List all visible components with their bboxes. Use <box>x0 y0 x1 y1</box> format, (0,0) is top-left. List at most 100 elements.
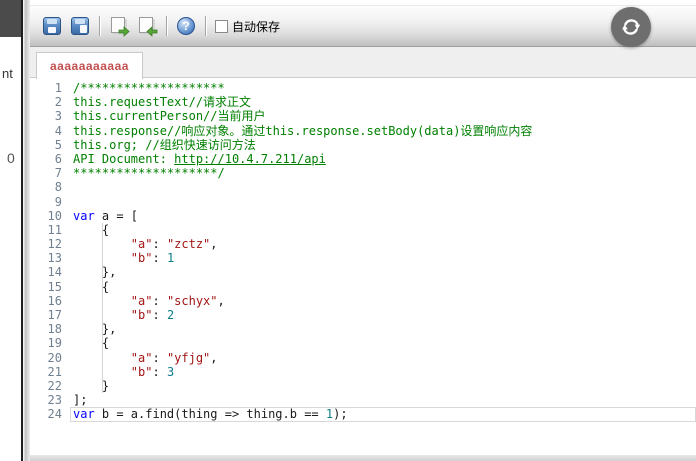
line-number: 24 <box>47 407 62 422</box>
panel-left-edge <box>23 0 30 461</box>
token-plain: { <box>73 336 110 351</box>
line-number: 5 <box>54 137 62 152</box>
token-comment: this.currentPerson//当前用户 <box>73 109 266 124</box>
line-number: 9 <box>54 194 62 209</box>
refresh-button[interactable] <box>611 7 651 47</box>
line-number: 18 <box>47 322 62 337</box>
line-number: 13 <box>47 251 62 266</box>
export-icon <box>109 16 130 37</box>
background-text-fragment: nt <box>2 66 13 81</box>
code-line[interactable]: }, <box>70 265 696 279</box>
token-number: 3 <box>166 364 175 379</box>
background-dark-square <box>0 0 21 37</box>
code-line[interactable]: { <box>70 223 696 237</box>
token-comment: this.requestText//请求正文 <box>73 95 252 110</box>
line-number: 11 <box>47 222 62 237</box>
autosave-checkbox[interactable] <box>215 19 228 33</box>
toolbar-separator <box>99 16 100 36</box>
import-icon <box>137 16 158 37</box>
tab-active[interactable]: aaaaaaaaaaa <box>36 52 143 79</box>
line-number: 14 <box>47 265 62 280</box>
line-number: 8 <box>54 180 62 195</box>
toolbar-separator <box>166 16 167 36</box>
code-line[interactable]: "a": "schyx", <box>70 294 696 308</box>
code-line[interactable]: { <box>70 336 696 350</box>
toolbar-separator <box>205 16 206 36</box>
token-plain: , <box>210 237 218 252</box>
code-line[interactable]: "a": "zctz", <box>70 237 696 251</box>
code-line[interactable]: this.requestText//请求正文 <box>70 95 696 109</box>
token-number: 1 <box>166 251 175 266</box>
line-number: 23 <box>47 393 62 408</box>
token-plain: ); <box>333 407 348 422</box>
token-plain: : <box>152 237 167 252</box>
tab-label: aaaaaaaaaaa <box>50 59 129 73</box>
token-plain: } <box>73 378 110 393</box>
code-line[interactable]: this.org; //组织快速访问方法 <box>70 138 696 152</box>
line-number: 7 <box>54 166 62 181</box>
autosave-label: 自动保存 <box>232 19 281 34</box>
code-line[interactable]: /******************** <box>70 81 696 95</box>
line-number: 21 <box>47 364 62 379</box>
script-editor-panel: ? 自动保存 aaaaaaaaaaa 12345678910 11 12 13 … <box>30 0 696 461</box>
token-comment: this.org; //组织快速访问方法 <box>73 137 256 152</box>
code-line[interactable]: }, <box>70 322 696 336</box>
code-line[interactable]: "a": "yfjg", <box>70 351 696 365</box>
token-plain: , <box>217 293 225 308</box>
save-as-button[interactable] <box>68 14 92 38</box>
code-line[interactable]: var a = [ <box>70 209 696 223</box>
help-icon: ? <box>177 17 195 35</box>
token-string: "b" <box>130 251 153 266</box>
background-window: nt 0 <box>0 0 21 461</box>
token-string: "zctz" <box>166 237 211 252</box>
token-comment: API Document: <box>73 151 175 166</box>
token-string: "schyx" <box>166 293 218 308</box>
code-line[interactable]: "b": 3 <box>70 365 696 379</box>
refresh-icon <box>622 19 641 35</box>
code-line[interactable] <box>70 195 696 209</box>
code-line[interactable]: ]; <box>70 393 696 407</box>
line-number: 17 <box>47 308 62 322</box>
export-button[interactable] <box>107 14 131 38</box>
help-button[interactable]: ? <box>174 14 198 38</box>
save-button[interactable] <box>40 14 64 38</box>
line-number: 4 <box>54 123 62 138</box>
token-number: 2 <box>166 308 175 322</box>
token-plain: : <box>152 293 167 308</box>
save-as-icon <box>71 17 89 35</box>
token-comment: ********************/ <box>73 166 225 181</box>
code-line[interactable]: this.currentPerson//当前用户 <box>70 109 696 123</box>
line-number: 3 <box>54 109 62 124</box>
background-text-fragment: 0 <box>7 150 15 166</box>
code-line[interactable]: ********************/ <box>70 166 696 180</box>
import-button[interactable] <box>135 14 159 38</box>
token-plain: : <box>152 308 167 322</box>
token-link: http://10.4.7.211/api <box>174 151 326 166</box>
token-keyword: var <box>73 407 95 422</box>
token-comment: this.response//响应对象。通过this.response.setB… <box>73 123 533 138</box>
save-icon <box>43 17 61 35</box>
autosave-control: 自动保存 <box>215 18 280 35</box>
code-line[interactable]: API Document: http://10.4.7.211/api <box>70 152 696 166</box>
token-string: "yfjg" <box>166 350 211 365</box>
code-line[interactable]: } <box>70 379 696 393</box>
code-line[interactable]: "b": 1 <box>70 251 696 265</box>
code-line[interactable]: { <box>70 280 696 294</box>
token-plain: { <box>73 222 110 237</box>
code-line[interactable]: this.response//响应对象。通过this.response.setB… <box>70 124 696 138</box>
code-editor[interactable]: 1 2 3 4 5 6 7 8 9 10 11 12 13 14 15 16 17 18 19 20 21 22 23 24 … <box>30 78 696 455</box>
token-plain: ]; <box>73 393 88 408</box>
indent-guide <box>101 223 103 394</box>
code-line[interactable]: "b": 2 <box>70 308 696 322</box>
token-string: "a" <box>130 237 153 252</box>
line-number: 16 <box>47 293 62 308</box>
code-line-current[interactable]: var b = a.find(thing => thing.b == 1); <box>70 407 696 422</box>
token-string: "a" <box>130 293 153 308</box>
token-comment: /******************** <box>73 81 225 95</box>
token-plain: b = a.find(thing => thing.b == <box>94 407 326 422</box>
line-number: 12 <box>47 237 62 252</box>
code-lines[interactable]: /******************** this.requestText//请… <box>70 78 696 455</box>
bottom-strip <box>30 455 696 461</box>
line-number: 15 <box>47 279 62 294</box>
code-line[interactable] <box>70 180 696 194</box>
